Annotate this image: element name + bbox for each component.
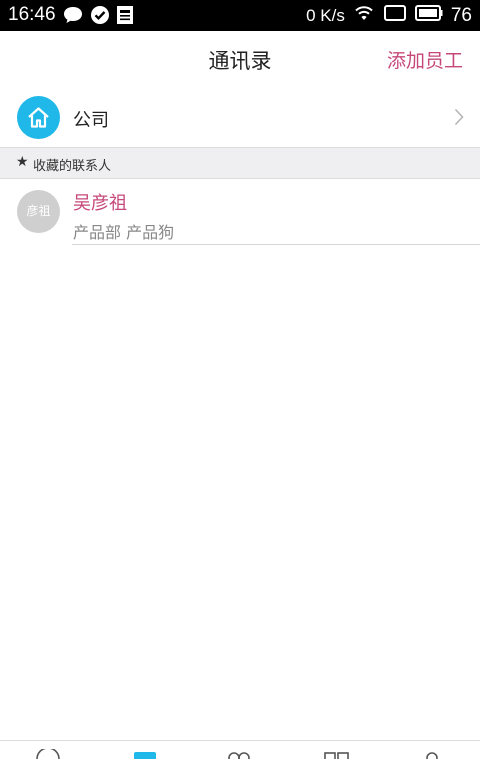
- avatar: 彦祖: [17, 190, 60, 233]
- navigation-bar: 通讯录 添加员工: [0, 31, 480, 90]
- home-icon: [28, 107, 49, 128]
- apps-tab[interactable]: [324, 744, 352, 762]
- battery-icon: [414, 4, 443, 28]
- status-time: 16:46: [8, 4, 56, 25]
- contact-name: 吴彦祖: [73, 193, 127, 214]
- battery-level: 76: [450, 5, 472, 26]
- status-system-icons: 0 K/s 76: [306, 4, 472, 28]
- company-icon-badge: [17, 96, 60, 139]
- profile-tab[interactable]: [420, 744, 448, 763]
- message-tab[interactable]: [34, 744, 62, 760]
- chat-bubble-icon: [62, 5, 84, 30]
- network-speed: 0 K/s: [306, 6, 345, 25]
- status-bar: 16:46 0 K/s 76: [0, 0, 480, 31]
- wifi-icon: [353, 4, 375, 28]
- sim-icon: [383, 4, 407, 28]
- contact-department: 产品部 产品狗: [73, 223, 175, 242]
- bottom-tab-bar: [0, 740, 480, 763]
- profile-icon: [426, 752, 438, 763]
- company-row[interactable]: 公司: [0, 89, 480, 148]
- apps-icon: [324, 752, 349, 762]
- contacts-icon: [134, 752, 156, 760]
- section-title: 收藏的联系人: [33, 159, 112, 174]
- add-employee-button[interactable]: 添加员工: [387, 46, 463, 73]
- chevron-right-icon: [454, 108, 464, 130]
- group-tab[interactable]: [226, 744, 254, 763]
- check-circle-icon: [90, 5, 110, 30]
- company-label: 公司: [73, 110, 109, 131]
- status-notification-icons: [62, 5, 134, 30]
- message-icon: [36, 747, 60, 760]
- contact-row[interactable]: 彦祖 吴彦祖 产品部 产品狗: [0, 179, 480, 245]
- favorites-section-header: ★ 收藏的联系人: [0, 148, 480, 179]
- group-icon: [228, 752, 250, 763]
- news-icon: [116, 5, 134, 30]
- contacts-tab[interactable]: [132, 744, 160, 760]
- divider: [72, 244, 480, 245]
- star-icon: ★: [16, 154, 29, 170]
